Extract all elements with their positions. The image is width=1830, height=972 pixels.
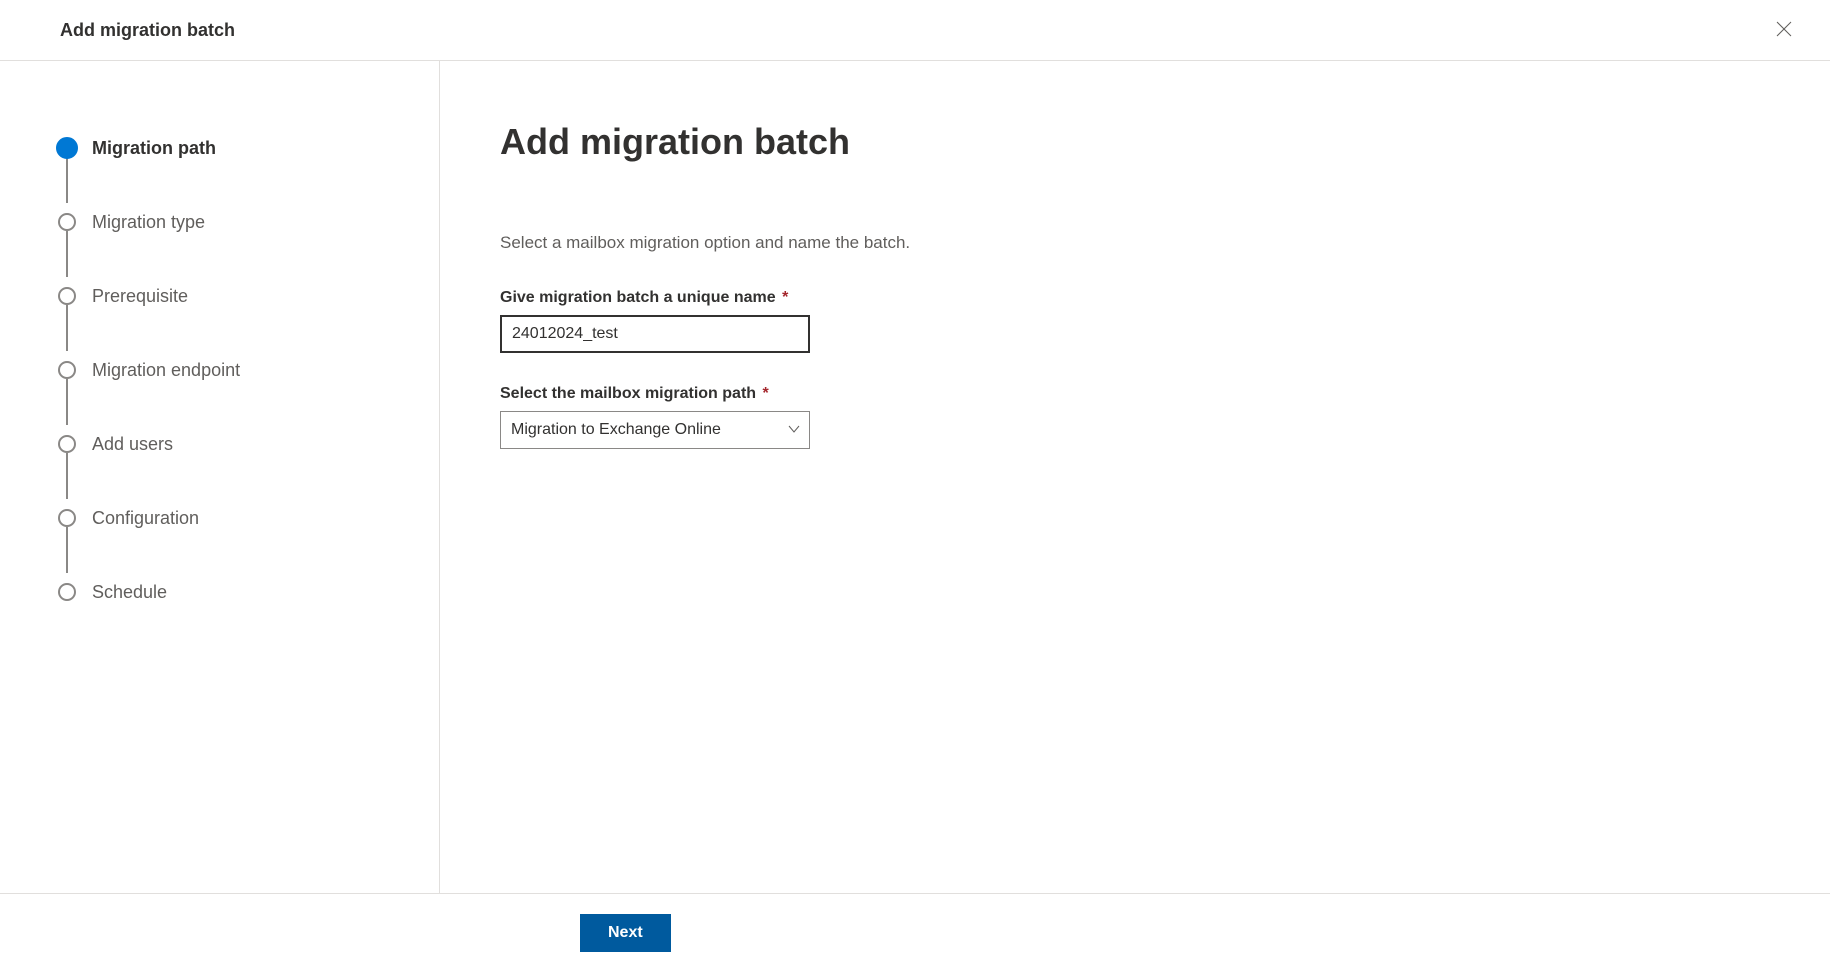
migration-path-group: Select the mailbox migration path * Migr… [500, 385, 1770, 449]
step-label: Migration path [92, 138, 216, 159]
step-add-users[interactable]: Add users [58, 407, 409, 481]
migration-path-select[interactable]: Migration to Exchange Online [500, 411, 810, 449]
step-label: Migration endpoint [92, 360, 240, 381]
step-migration-type[interactable]: Migration type [58, 185, 409, 259]
batch-name-group: Give migration batch a unique name * [500, 289, 1770, 353]
step-marker-icon [58, 213, 76, 231]
dialog-title: Add migration batch [60, 20, 235, 41]
required-indicator: * [782, 289, 788, 306]
step-migration-endpoint[interactable]: Migration endpoint [58, 333, 409, 407]
dialog-footer: Next [0, 893, 1830, 972]
step-marker-icon [58, 361, 76, 379]
step-migration-path[interactable]: Migration path [58, 111, 409, 185]
wizard-sidebar: Migration path Migration type Prerequisi… [0, 61, 440, 893]
step-marker-icon [58, 583, 76, 601]
dialog-header: Add migration batch [0, 0, 1830, 61]
step-label: Migration type [92, 212, 205, 233]
step-label: Schedule [92, 582, 167, 603]
close-button[interactable] [1768, 14, 1800, 46]
step-configuration[interactable]: Configuration [58, 481, 409, 555]
page-title: Add migration batch [500, 121, 1770, 163]
step-schedule[interactable]: Schedule [58, 555, 409, 629]
step-label: Add users [92, 434, 173, 455]
step-marker-icon [56, 137, 78, 159]
required-indicator: * [763, 385, 769, 402]
next-button[interactable]: Next [580, 914, 671, 952]
main-content: Add migration batch Select a mailbox mig… [440, 61, 1830, 893]
page-description: Select a mailbox migration option and na… [500, 233, 1770, 253]
migration-path-label: Select the mailbox migration path * [500, 385, 1770, 403]
batch-name-label: Give migration batch a unique name * [500, 289, 1770, 307]
step-label: Configuration [92, 508, 199, 529]
step-marker-icon [58, 435, 76, 453]
close-icon [1776, 21, 1792, 40]
batch-name-input[interactable] [500, 315, 810, 353]
step-label: Prerequisite [92, 286, 188, 307]
step-prerequisite[interactable]: Prerequisite [58, 259, 409, 333]
step-marker-icon [58, 509, 76, 527]
step-marker-icon [58, 287, 76, 305]
